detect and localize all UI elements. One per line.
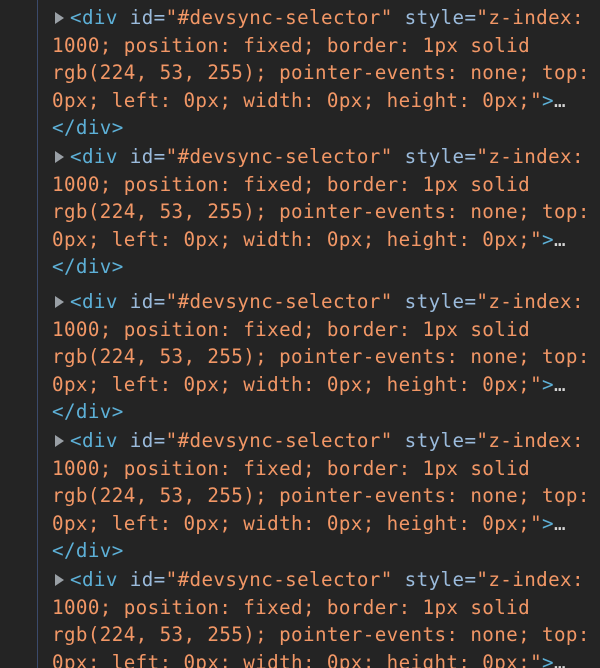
attr-equals: = [464,6,477,29]
tag-close-bracket: > [542,228,554,251]
tag-open: <div [70,568,118,591]
attr-style-name: style [404,568,465,591]
attr-equals: = [464,429,477,452]
attr-style-value-line: 1000; position: fixed; border: 1px solid [52,457,531,480]
collapsed-ellipsis[interactable]: … [554,373,566,396]
attr-equals: = [153,429,166,452]
attr-style-value-end-line: 0px; left: 0px; width: 0px; height: 0px;… [52,226,566,254]
expand-triangle-icon[interactable] [55,151,64,163]
tag-close: </div> [52,400,124,423]
attr-id-name: id [129,290,154,313]
tag-open-line: <div id="#devsync-selector" style="z-ind… [70,566,584,594]
attr-style-value-end-line: 0px; left: 0px; width: 0px; height: 0px;… [52,87,566,115]
tag-open: <div [70,145,118,168]
attr-id-value: "#devsync-selector" [165,429,393,452]
attr-id-name: id [129,568,154,591]
expand-triangle-icon[interactable] [55,296,64,308]
attr-equals: = [153,568,166,591]
attr-equals: = [464,568,477,591]
collapsed-ellipsis[interactable]: … [554,512,566,535]
attr-id-name: id [129,6,154,29]
dom-node-row-hovered[interactable]: <div id="#devsync-selector" style="z-ind… [0,284,600,423]
attr-id-name: id [129,145,154,168]
tag-close-bracket: > [542,512,554,535]
tag-open: <div [70,290,118,313]
attr-style-value-end-line: 0px; left: 0px; width: 0px; height: 0px;… [52,371,566,399]
attr-style-value-start: "z-index: [476,145,584,168]
tag-open-line: <div id="#devsync-selector" style="z-ind… [70,427,584,455]
attr-style-value-end: 0px; left: 0px; width: 0px; height: 0px;… [52,651,543,668]
tag-open: <div [70,429,118,452]
attr-equals: = [153,290,166,313]
attr-style-value-line: rgb(224, 53, 255); pointer-events: none;… [52,345,590,368]
attr-equals: = [464,290,477,313]
attr-id-value: "#devsync-selector" [165,6,393,29]
dom-node-row[interactable]: <div id="#devsync-selector" style="z-ind… [0,423,600,562]
attr-style-value-line: rgb(224, 53, 255); pointer-events: none;… [52,61,590,84]
collapsed-ellipsis[interactable]: … [554,89,566,112]
attr-style-value-line: 1000; position: fixed; border: 1px solid [52,173,531,196]
elements-panel: <div id="#devsync-selector" style="z-ind… [0,0,600,668]
attr-style-name: style [404,6,465,29]
attr-equals: = [153,145,166,168]
dom-node-row[interactable]: <div id="#devsync-selector" style="z-ind… [0,0,600,139]
attr-style-name: style [404,429,465,452]
attr-style-value-line: rgb(224, 53, 255); pointer-events: none;… [52,484,590,507]
attr-style-value-line: 1000; position: fixed; border: 1px solid [52,596,531,619]
attr-equals: = [153,6,166,29]
attr-style-value-start: "z-index: [476,290,584,313]
tag-close-bracket: > [542,373,554,396]
dom-node-row[interactable]: <div id="#devsync-selector" style="z-ind… [0,562,600,668]
attr-id-value: "#devsync-selector" [165,145,393,168]
attr-style-value-end: 0px; left: 0px; width: 0px; height: 0px;… [52,512,543,535]
attr-style-value-end: 0px; left: 0px; width: 0px; height: 0px;… [52,373,543,396]
tag-open-line: <div id="#devsync-selector" style="z-ind… [70,4,584,32]
dom-node-row[interactable]: <div id="#devsync-selector" style="z-ind… [0,139,600,278]
attr-style-value-end: 0px; left: 0px; width: 0px; height: 0px;… [52,228,543,251]
attr-style-value-start: "z-index: [476,6,584,29]
attr-style-value-end: 0px; left: 0px; width: 0px; height: 0px;… [52,89,543,112]
attr-id-name: id [129,429,154,452]
tag-close: </div> [52,539,124,562]
attr-style-value-start: "z-index: [476,568,584,591]
expand-triangle-icon[interactable] [55,435,64,447]
attr-style-name: style [404,145,465,168]
tag-open-line: <div id="#devsync-selector" style="z-ind… [70,143,584,171]
collapsed-ellipsis[interactable]: … [554,651,566,668]
attr-style-value-line: rgb(224, 53, 255); pointer-events: none;… [52,200,590,223]
expand-triangle-icon[interactable] [55,574,64,586]
attr-id-value: "#devsync-selector" [165,568,393,591]
attr-equals: = [464,145,477,168]
expand-triangle-icon[interactable] [55,12,64,24]
attr-style-value-end-line: 0px; left: 0px; width: 0px; height: 0px;… [52,649,566,668]
tag-open: <div [70,6,118,29]
attr-style-name: style [404,290,465,313]
tag-close-bracket: > [542,89,554,112]
tag-close: </div> [52,255,124,278]
attr-style-value-line: 1000; position: fixed; border: 1px solid [52,34,531,57]
tag-close: </div> [52,116,124,139]
attr-style-value-line: 1000; position: fixed; border: 1px solid [52,318,531,341]
tag-close-bracket: > [542,651,554,668]
tag-open-line: <div id="#devsync-selector" style="z-ind… [70,288,584,316]
attr-style-value-start: "z-index: [476,429,584,452]
attr-style-value-end-line: 0px; left: 0px; width: 0px; height: 0px;… [52,510,566,538]
attr-style-value-line: rgb(224, 53, 255); pointer-events: none;… [52,623,590,646]
attr-id-value: "#devsync-selector" [165,290,393,313]
collapsed-ellipsis[interactable]: … [554,228,566,251]
